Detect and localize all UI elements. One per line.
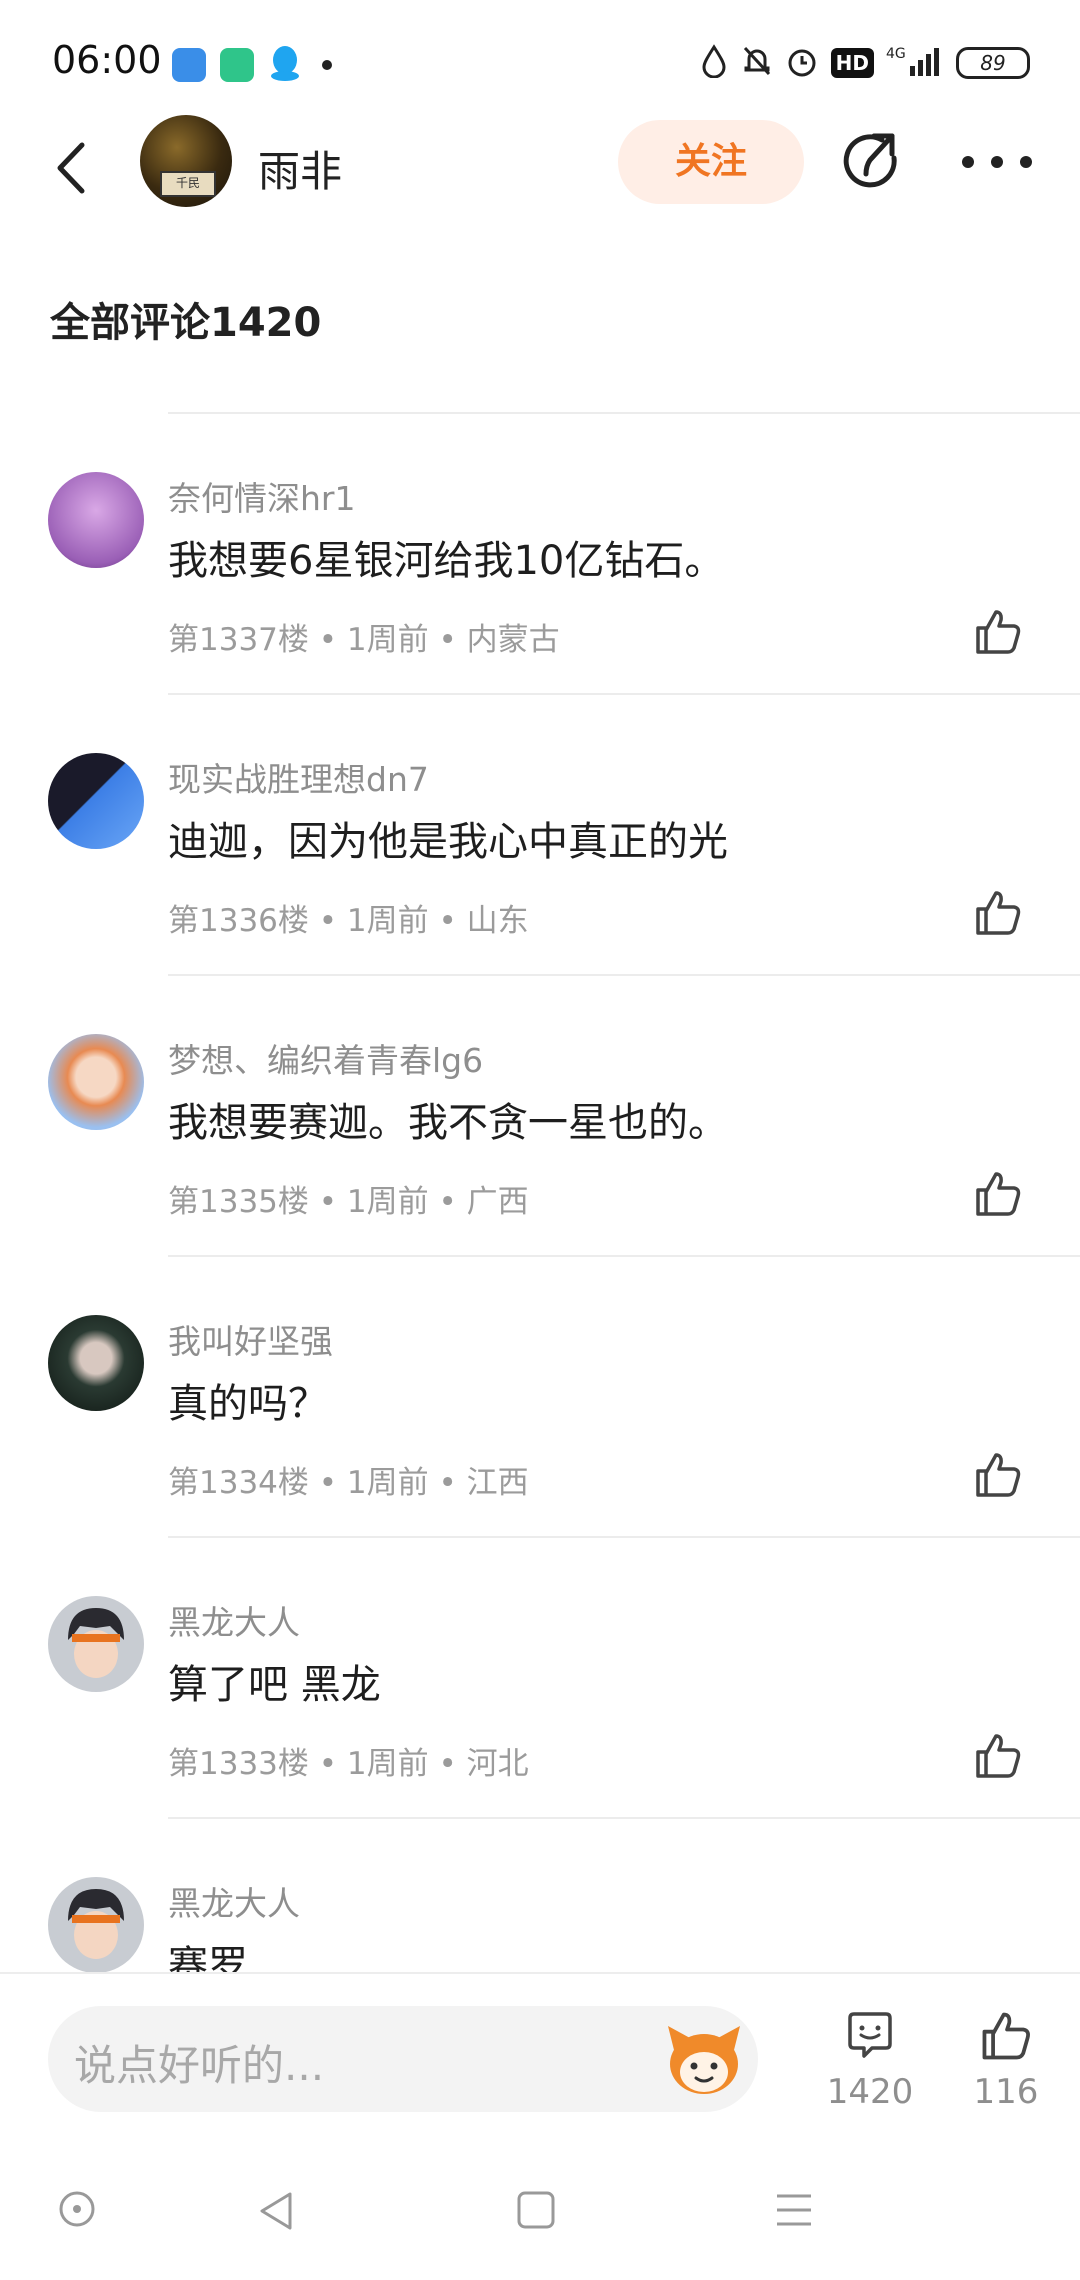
commenter-name[interactable]: 梦想、编织着青春lg6 [168, 1034, 483, 1082]
comment-meta: 第1333楼 • 1周前 • 河北 [168, 1746, 529, 1782]
commenter-name[interactable]: 黑龙大人 [168, 1596, 300, 1644]
comment-input-placeholder: 说点好听的... [74, 2041, 325, 2090]
comment-meta: 第1337楼 • 1周前 • 内蒙古 [168, 622, 560, 658]
comment-text: 我想要赛迦。我不贪一星也的。 [168, 1100, 728, 1146]
hd-badge: HD [830, 48, 874, 78]
system-nav-bar [0, 2150, 1080, 2280]
commenter-name[interactable]: 现实战胜理想dn7 [168, 753, 429, 801]
thumbs-up-icon [976, 610, 1021, 654]
comment-item[interactable]: 黑龙大人 算了吧 黑龙 第1333楼 • 1周前 • 河北 [0, 1538, 1080, 1819]
commenter-name[interactable]: 我叫好坚强 [168, 1315, 333, 1363]
circle-dot-icon [59, 2191, 95, 2227]
back-arrow-icon [57, 142, 85, 194]
commenter-name[interactable]: 黑龙大人 [168, 1877, 300, 1925]
comment-count-button[interactable]: 1420 [820, 2008, 920, 2112]
commenter-name[interactable]: 奈何情深hr1 [168, 472, 355, 520]
share-icon [843, 133, 897, 188]
like-count: 116 [973, 2072, 1039, 2112]
avatar-sign-text: 千民 [160, 171, 216, 197]
post-like-button[interactable]: 116 [956, 2008, 1056, 2112]
comment-like-button[interactable] [972, 1449, 1024, 1501]
nav-home-button[interactable] [516, 2190, 556, 2234]
more-options-button[interactable] [962, 140, 1032, 184]
emoji-mascot-button[interactable] [662, 2020, 746, 2100]
cartoon-boy-avatar-icon [68, 1608, 124, 1678]
fox-mascot-icon [668, 2026, 740, 2094]
back-button[interactable] [40, 138, 100, 198]
comment-action-bar: 说点好听的... 1420 116 [0, 1972, 1080, 2134]
bell-muted-icon [741, 44, 773, 82]
comment-text: 我想要6星银河给我10亿钻石。 [168, 538, 725, 584]
signal-4g-icon: 4G [886, 44, 944, 82]
menu-lines-icon [777, 2194, 811, 2226]
comment-item[interactable]: 现实战胜理想dn7 迪迦，因为他是我心中真正的光 第1336楼 • 1周前 • … [0, 695, 1080, 976]
svg-text:4G: 4G [886, 46, 906, 62]
comment-item[interactable]: 黑龙大人 赛罗 [0, 1819, 1080, 1974]
comment-count: 1420 [826, 2072, 914, 2112]
comment-item[interactable]: 我叫好坚强 真的吗？ 第1334楼 • 1周前 • 江西 [0, 1257, 1080, 1538]
nav-menu-button[interactable] [774, 2190, 814, 2234]
commenter-avatar[interactable] [48, 1034, 144, 1130]
comment-list[interactable]: 奈何情深hr1 我想要6星银河给我10亿钻石。 第1337楼 • 1周前 • 内… [0, 414, 1080, 1974]
comment-like-button[interactable] [972, 1168, 1024, 1220]
battery-app-icon [220, 48, 254, 82]
comments-section-title: 全部评论1420 [50, 300, 322, 346]
comment-text: 迪迦，因为他是我心中真正的光 [168, 819, 728, 865]
comment-item[interactable]: 奈何情深hr1 我想要6星银河给我10亿钻石。 第1337楼 • 1周前 • 内… [0, 414, 1080, 695]
commenter-avatar[interactable] [48, 1596, 144, 1692]
author-avatar[interactable]: 千民 [140, 115, 232, 207]
commenter-avatar[interactable] [48, 472, 144, 568]
square-home-icon [517, 2191, 555, 2229]
comment-like-button[interactable] [972, 887, 1024, 939]
comment-like-button[interactable] [972, 1730, 1024, 1782]
alarm-icon [785, 44, 819, 82]
commenter-avatar[interactable] [48, 1877, 144, 1973]
thumbs-up-icon [976, 1172, 1021, 1216]
commenter-avatar[interactable] [48, 753, 144, 849]
comment-meta: 第1336楼 • 1周前 • 山东 [168, 903, 529, 939]
qq-penguin-icon [268, 44, 302, 86]
comment-text: 真的吗？ [168, 1381, 328, 1427]
nav-back-button[interactable] [256, 2190, 296, 2236]
more-dot-icon [1020, 156, 1032, 168]
water-drop-icon [699, 44, 729, 82]
triangle-back-icon [260, 2192, 292, 2230]
status-indicators: HD 4G 89 [699, 44, 1030, 82]
comment-meta: 第1335楼 • 1周前 • 广西 [168, 1184, 529, 1220]
commenter-avatar[interactable] [48, 1315, 144, 1411]
thumbs-up-icon [982, 2012, 1030, 2060]
battery-indicator: 89 [956, 47, 1030, 79]
nav-assistant-button[interactable] [58, 2190, 96, 2232]
comment-meta: 第1334楼 • 1周前 • 江西 [168, 1465, 529, 1501]
author-name[interactable]: 雨非 [258, 138, 342, 199]
thumbs-up-icon [976, 1453, 1021, 1497]
comment-like-button[interactable] [972, 606, 1024, 658]
follow-button[interactable]: 关注 [618, 120, 804, 204]
thumbs-up-icon [976, 1734, 1021, 1778]
notification-dot-icon [322, 60, 332, 70]
thumbs-up-icon [976, 891, 1021, 935]
comment-input[interactable]: 说点好听的... [48, 2006, 758, 2112]
feather-app-icon [172, 48, 206, 82]
more-dot-icon [962, 156, 974, 168]
status-app-icons [172, 44, 332, 86]
comment-bubble-icon [848, 2012, 892, 2058]
share-button[interactable] [842, 130, 906, 194]
more-dot-icon [991, 156, 1003, 168]
cartoon-boy-avatar-icon [68, 1889, 124, 1959]
comment-item[interactable]: 梦想、编织着青春lg6 我想要赛迦。我不贪一星也的。 第1335楼 • 1周前 … [0, 976, 1080, 1257]
post-header: 千民 雨非 关注 [0, 110, 1080, 220]
status-time: 06:00 [52, 38, 162, 82]
comment-text: 赛罗 [168, 1943, 248, 1974]
comment-text: 算了吧 黑龙 [168, 1662, 381, 1708]
